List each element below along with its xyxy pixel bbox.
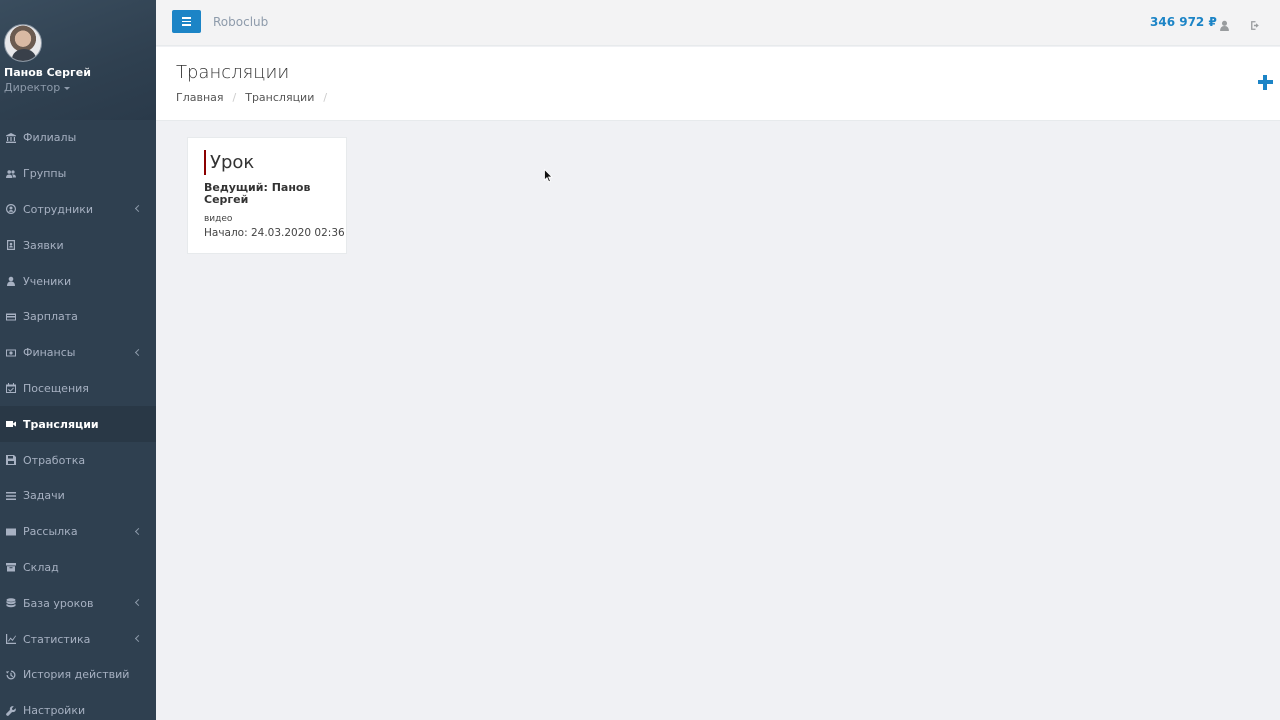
broadcast-card[interactable]: Урок Ведущий: Панов Сергей видео Начало:… <box>187 137 347 254</box>
user-name: Панов Сергей <box>4 66 91 79</box>
add-broadcast-button[interactable] <box>1258 75 1273 90</box>
sidebar-item-label: Склад <box>23 560 59 574</box>
sidebar-item-4[interactable]: Заявки <box>0 227 156 263</box>
logout-icon[interactable] <box>1250 16 1261 30</box>
video-camera-icon <box>5 419 16 430</box>
sidebar-item-8[interactable]: Посещения <box>0 371 156 407</box>
broadcast-start-time: Начало: 24.03.2020 02:36 <box>204 227 345 239</box>
breadcrumb: Главная / Трансляции / <box>176 91 336 104</box>
sidebar-nav: Филиалы Группы Сотрудники Заявки Ученики Зарп… <box>0 120 156 720</box>
sidebar-item-12[interactable]: Рассылка <box>0 514 156 550</box>
sidebar-item-label: Заявки <box>23 238 64 252</box>
user-role-dropdown[interactable]: Директор <box>4 81 71 94</box>
sidebar-item-3[interactable]: Сотрудники <box>0 192 156 228</box>
sidebar: Панов Сергей Директор Филиалы Группы Сотру… <box>0 0 156 720</box>
sidebar-item-label: База уроков <box>23 596 94 610</box>
sidebar-item-17[interactable]: Настройки <box>0 693 156 720</box>
money-icon <box>5 347 16 358</box>
sidebar-item-label: Задачи <box>23 489 65 503</box>
sidebar-item-5[interactable]: Ученики <box>0 263 156 299</box>
users-icon <box>5 168 16 179</box>
save-icon <box>5 455 16 466</box>
credit-card-icon <box>5 311 16 322</box>
tasks-icon <box>5 490 16 501</box>
sidebar-item-7[interactable]: Финансы <box>0 335 156 371</box>
avatar[interactable] <box>4 24 42 62</box>
chevron-left-icon <box>134 205 143 213</box>
address-book-icon <box>5 240 16 251</box>
sidebar-item-14[interactable]: База уроков <box>0 585 156 621</box>
sidebar-item-label: Сотрудники <box>23 202 94 216</box>
sidebar-item-2[interactable]: Группы <box>0 156 156 192</box>
chevron-left-icon <box>134 348 143 356</box>
sidebar-item-16[interactable]: История действий <box>0 657 156 693</box>
chevron-left-icon <box>134 635 143 643</box>
sidebar-item-label: Рассылка <box>23 525 78 539</box>
sidebar-item-label: Отработка <box>23 453 86 467</box>
sidebar-item-9[interactable]: Трансляции <box>0 406 156 443</box>
history-icon <box>5 669 16 680</box>
sidebar-item-1[interactable]: Филиалы <box>0 120 156 156</box>
sidebar-item-label: Настройки <box>23 704 86 718</box>
user-icon <box>5 276 16 287</box>
archive-icon <box>5 562 16 573</box>
profile-panel: Панов Сергей Директор <box>0 0 156 120</box>
broadcast-type: видео <box>204 214 233 224</box>
sidebar-item-label: Ученики <box>23 274 72 288</box>
database-icon <box>5 598 16 609</box>
line-chart-icon <box>5 634 16 645</box>
hamburger-icon <box>182 17 191 19</box>
sidebar-item-15[interactable]: Статистика <box>0 621 156 657</box>
sidebar-item-11[interactable]: Задачи <box>0 478 156 514</box>
calendar-check-icon <box>5 383 16 394</box>
chevron-left-icon <box>134 527 143 535</box>
sidebar-item-label: Статистика <box>23 632 91 646</box>
bank-icon <box>5 132 16 143</box>
broadcast-title: Урок <box>204 150 254 175</box>
broadcast-host: Ведущий: Панов Сергей <box>204 181 311 206</box>
chevron-left-icon <box>134 599 143 607</box>
sidebar-item-13[interactable]: Склад <box>0 550 156 586</box>
sidebar-item-label: Трансляции <box>23 417 99 431</box>
sidebar-item-label: Группы <box>23 167 67 181</box>
user-role-label: Директор <box>4 81 61 94</box>
breadcrumb-home[interactable]: Главная <box>176 91 224 104</box>
breadcrumb-separator: / <box>323 91 328 104</box>
page-title: Трансляции <box>176 62 290 83</box>
user-circle-icon <box>5 204 16 215</box>
sidebar-item-10[interactable]: Отработка <box>0 442 156 478</box>
sidebar-item-label: Зарплата <box>23 310 78 324</box>
sidebar-item-label: Филиалы <box>23 131 77 145</box>
brand-name: Roboclub <box>213 15 269 29</box>
envelope-icon <box>5 526 16 537</box>
sidebar-item-label: История действий <box>23 668 130 682</box>
top-navbar: Roboclub 346 972 ₽ <box>156 0 1280 46</box>
sidebar-item-label: Посещения <box>23 381 89 395</box>
sidebar-item-label: Финансы <box>23 346 76 360</box>
balance-link[interactable]: 346 972 ₽ <box>1150 15 1217 29</box>
sidebar-item-6[interactable]: Зарплата <box>0 299 156 335</box>
breadcrumb-current: Трансляции <box>245 91 315 104</box>
breadcrumb-separator: / <box>232 91 237 104</box>
user-profile-icon[interactable] <box>1219 16 1230 31</box>
caret-down-icon <box>64 86 71 90</box>
menu-toggle-button[interactable] <box>172 10 201 33</box>
page-heading: Трансляции Главная / Трансляции / <box>156 47 1280 121</box>
wrench-icon <box>5 705 16 716</box>
